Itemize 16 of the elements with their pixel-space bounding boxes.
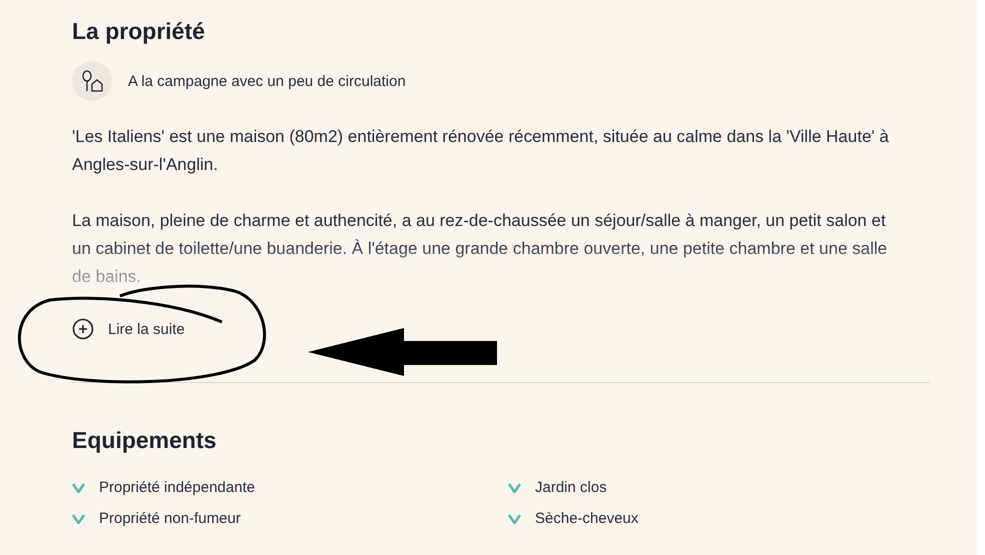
location-text: A la campagne avec un peu de circulation — [128, 72, 406, 90]
description-paragraph: 'Les Italiens' est une maison (80m2) entièrement rénovée récemment, située au calme dans la 'Ville Haute' à Angles-sur-l'Anglin. — [72, 126, 890, 176]
plus-circle-icon — [72, 318, 94, 340]
amenity-text: Propriété non-fumeur — [99, 510, 241, 527]
check-icon — [508, 482, 521, 492]
amenity-text: Jardin clos — [535, 479, 607, 496]
amenity-text: Sèche-cheveux — [535, 510, 638, 527]
section-title: La propriété — [72, 17, 206, 46]
check-icon — [508, 514, 521, 524]
tree-house-icon — [72, 61, 112, 101]
read-more-link[interactable]: Lire la suite — [72, 318, 185, 340]
amenity-text: Propriété indépendante — [99, 479, 255, 496]
description-paragraph: La maison, pleine de charme et authencité, a au rez-de-chaussée un séjour/salle à manger, un petit salon et un cabinet de toilette/une buanderie. À l'étage une grande chambre ouverte, une petite chambre et une salle de bains. — [72, 210, 888, 288]
section-title: Equipements — [72, 426, 218, 455]
check-icon — [72, 482, 85, 492]
check-icon — [72, 514, 85, 524]
